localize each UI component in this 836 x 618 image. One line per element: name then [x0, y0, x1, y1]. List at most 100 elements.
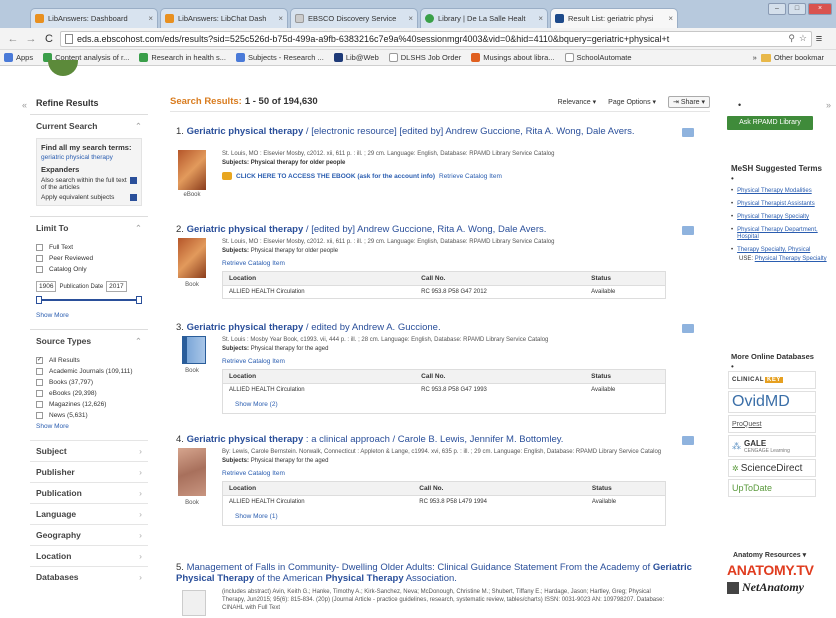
limit-peer-reviewed[interactable]: Peer Reviewed — [36, 255, 142, 262]
facet-subject[interactable]: Subject › — [30, 440, 148, 461]
bookmark-item[interactable]: DLSHS Job Order — [388, 53, 461, 62]
facet-location[interactable]: Location › — [30, 545, 148, 566]
date-from-input[interactable]: 1906 — [36, 281, 57, 292]
add-to-folder-icon[interactable] — [682, 128, 694, 137]
facet-language[interactable]: Language › — [30, 503, 148, 524]
limit-catalog-only[interactable]: Catalog Only — [36, 266, 142, 273]
proquest-link[interactable]: ProQuest — [728, 415, 816, 433]
checkbox[interactable] — [36, 412, 43, 419]
source-types-header[interactable]: Source Types ⌃ — [30, 329, 148, 353]
checkbox[interactable] — [36, 401, 43, 408]
limit-to-header[interactable]: Limit To ⌃ — [30, 216, 148, 240]
source-type-item[interactable]: eBooks (29,398) — [36, 390, 142, 397]
menu-icon[interactable]: ≡ — [812, 33, 826, 45]
checkbox-checked[interactable]: ✓ — [36, 357, 43, 364]
bookmark-item[interactable]: Musings about libra... — [471, 53, 555, 62]
reload-icon[interactable]: C — [42, 33, 56, 45]
close-tab-icon[interactable]: × — [668, 14, 673, 23]
checkbox[interactable] — [36, 255, 43, 262]
forward-arrow-icon[interactable]: → — [24, 33, 38, 45]
source-type-item[interactable]: ✓ All Results — [36, 357, 142, 364]
mesh-term[interactable]: • Therapy Specialty, Physical — [731, 247, 831, 254]
bookmark-item[interactable]: SchoolAutomate — [564, 53, 632, 62]
close-tab-icon[interactable]: × — [278, 14, 283, 23]
uptodate-link[interactable]: UpToDate — [728, 479, 816, 497]
sciencedirect-link[interactable]: ✲ ScienceDirect — [728, 459, 816, 477]
mesh-term[interactable]: • Physical Therapy Modalities — [731, 188, 831, 195]
browser-tab[interactable]: LibAnswers: LibChat Dash × — [160, 8, 288, 28]
retrieve-catalog-link[interactable]: Retrieve Catalog Item — [222, 470, 666, 477]
ebook-link[interactable]: CLICK HERE TO ACCESS THE EBOOK (ask for … — [222, 172, 666, 180]
anatomy-resources-title[interactable]: Anatomy Resources ▾ — [733, 551, 806, 559]
page-options-dropdown[interactable]: Page Options ▾ — [608, 98, 656, 106]
bookmark-item[interactable]: Lib@Web — [333, 53, 379, 62]
checkbox[interactable] — [36, 368, 43, 375]
close-tab-icon[interactable]: × — [148, 14, 153, 23]
star-icon[interactable]: ☆ — [799, 33, 807, 44]
zoom-icon[interactable]: ⚲ — [788, 33, 795, 44]
relevance-dropdown[interactable]: Relevance ▾ — [558, 98, 597, 106]
slider-handle-start[interactable] — [36, 296, 42, 304]
bookmark-item[interactable]: Apps — [4, 53, 33, 62]
retrieve-catalog-link[interactable]: Retrieve Catalog Item — [439, 173, 502, 180]
retrieve-catalog-link[interactable]: Retrieve Catalog Item — [222, 358, 666, 365]
other-bookmarks[interactable]: » Other bookmar — [753, 53, 824, 62]
checkbox[interactable] — [36, 390, 43, 397]
show-more-holdings-link[interactable]: Show More (2) — [223, 396, 666, 414]
show-more-holdings-link[interactable]: Show More (1) — [223, 508, 666, 526]
browser-tab[interactable]: EBSCO Discovery Service × — [290, 8, 418, 28]
result-title[interactable]: 5. Management of Falls in Community- Dwe… — [176, 562, 706, 584]
result-title[interactable]: 3. Geriatric physical therapy / edited b… — [176, 322, 706, 333]
search-term-link[interactable]: geriatric physical therapy — [41, 154, 137, 161]
gale-link[interactable]: ⁂ GALE CENGAGE Learning — [728, 435, 816, 457]
slider-handle-end[interactable] — [136, 296, 142, 304]
mesh-term[interactable]: • Physical Therapy Specialty — [731, 214, 831, 221]
back-arrow-icon[interactable]: ← — [6, 33, 20, 45]
show-more-link[interactable]: Show More — [36, 423, 142, 430]
mesh-term[interactable]: • Physical Therapist Assistants — [731, 201, 831, 208]
current-search-header[interactable]: Current Search ⌃ — [30, 114, 148, 138]
anatomy-tv-link[interactable]: ANATOMY.TV — [727, 562, 814, 578]
facet-publisher[interactable]: Publisher › — [30, 461, 148, 482]
checkbox[interactable] — [36, 266, 43, 273]
remove-expander-icon[interactable] — [130, 194, 137, 201]
close-window-icon[interactable]: × — [808, 3, 832, 15]
add-to-folder-icon[interactable] — [682, 324, 694, 333]
browser-tab[interactable]: LibAnswers: Dashboard × — [30, 8, 158, 28]
source-type-item[interactable]: Academic Journals (109,111) — [36, 368, 142, 375]
mesh-term[interactable]: • Physical Therapy Department, Hospital — [731, 227, 831, 241]
checkbox[interactable] — [36, 379, 43, 386]
date-to-input[interactable]: 2017 — [106, 281, 127, 292]
show-more-link[interactable]: Show More — [36, 312, 142, 319]
facet-publication[interactable]: Publication › — [30, 482, 148, 503]
source-type-item[interactable]: Books (37,797) — [36, 379, 142, 386]
result-title[interactable]: 2. Geriatric physical therapy / [edited … — [176, 224, 706, 235]
result-title[interactable]: 4. Geriatric physical therapy : a clinic… — [176, 434, 706, 445]
bookmark-item[interactable]: Subjects - Research ... — [235, 53, 324, 62]
facet-databases[interactable]: Databases › — [30, 566, 148, 587]
minimize-icon[interactable]: – — [768, 3, 786, 15]
browser-tab-active[interactable]: Result List: geriatric physi × — [550, 8, 678, 28]
add-to-folder-icon[interactable] — [682, 436, 694, 445]
right-sidebar-toggle[interactable]: • — [738, 100, 741, 110]
maximize-icon[interactable]: □ — [788, 3, 806, 15]
share-button[interactable]: ⇥ Share ▾ — [668, 95, 710, 108]
retrieve-catalog-link[interactable]: Retrieve Catalog Item — [222, 260, 666, 267]
netanatomy-link[interactable]: NetAnatomy — [727, 580, 804, 595]
collapse-left-icon[interactable]: « — [22, 100, 27, 110]
ask-library-button[interactable]: Ask RPAMD Library — [727, 116, 813, 130]
ovidmd-link[interactable]: OvidMD — [728, 391, 816, 413]
source-type-item[interactable]: Magazines (12,626) — [36, 401, 142, 408]
add-to-folder-icon[interactable] — [682, 226, 694, 235]
date-slider[interactable] — [36, 296, 142, 304]
bookmark-item[interactable]: Research in health s... — [139, 53, 226, 62]
collapse-right-icon[interactable]: » — [826, 100, 831, 110]
mesh-use-term[interactable]: USE: Physical Therapy Specialty — [739, 256, 831, 263]
source-type-item[interactable]: News (5,631) — [36, 412, 142, 419]
remove-expander-icon[interactable] — [130, 177, 137, 184]
close-tab-icon[interactable]: × — [408, 14, 413, 23]
result-title[interactable]: 1. Geriatric physical therapy / [electro… — [176, 126, 706, 137]
close-tab-icon[interactable]: × — [538, 14, 543, 23]
browser-tab[interactable]: Library | De La Salle Healt × — [420, 8, 548, 28]
page-info-icon[interactable] — [65, 33, 73, 44]
